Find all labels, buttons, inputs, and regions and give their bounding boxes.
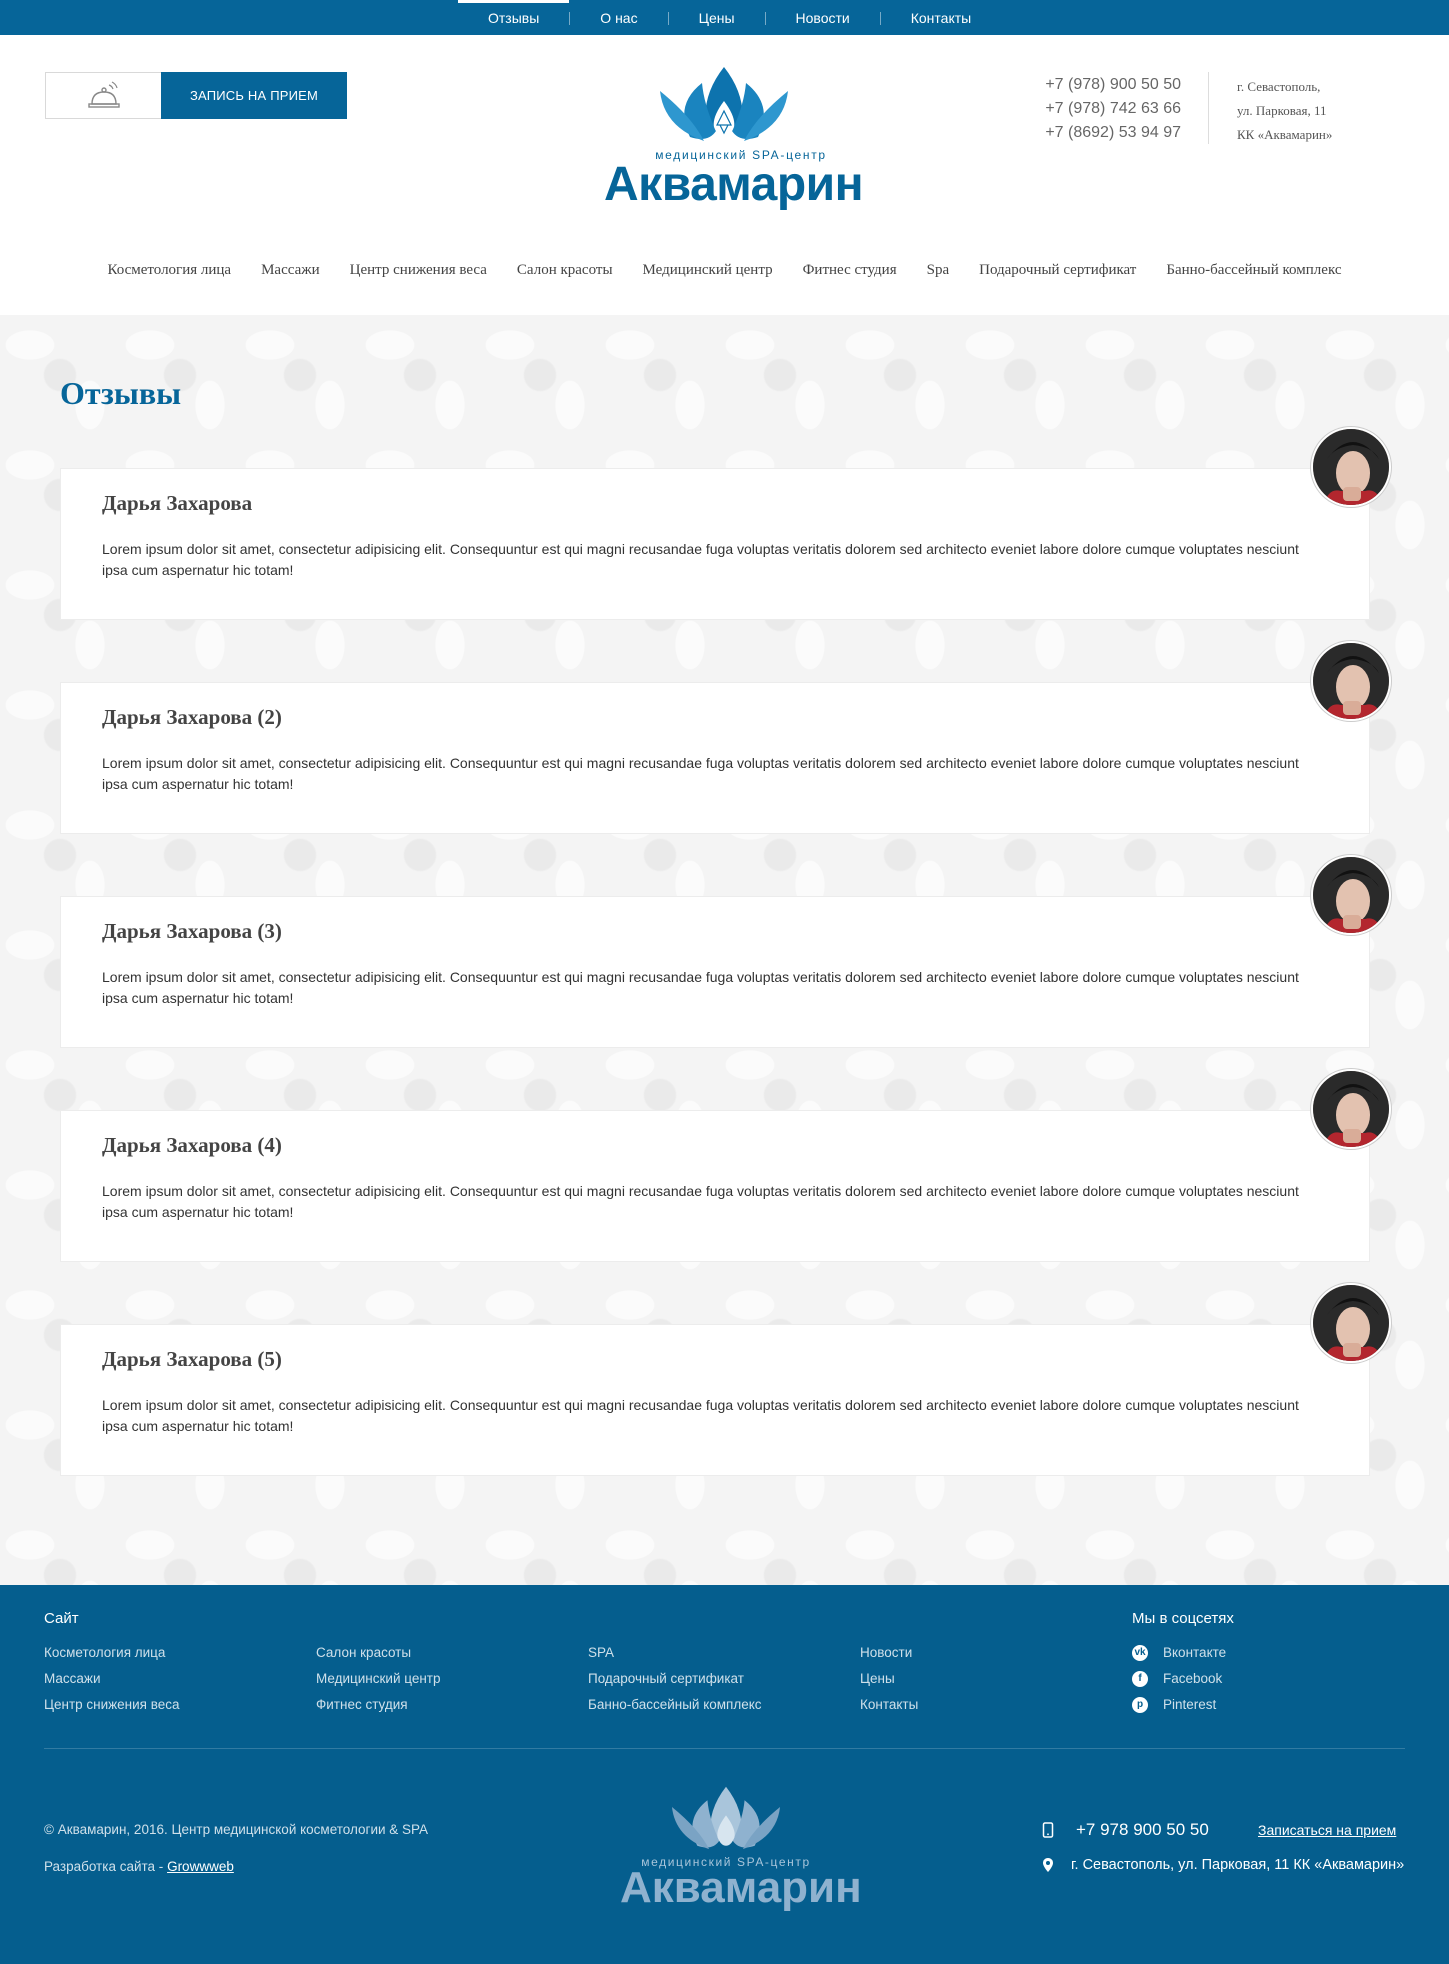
main-nav-gift-certificate[interactable]: Подарочный сертификат <box>964 262 1151 279</box>
footer-link[interactable]: Косметология лица <box>44 1640 180 1666</box>
main-nav-face-cosmetology[interactable]: Косметология лица <box>92 262 246 279</box>
lotus-logo-icon <box>660 67 788 141</box>
top-nav-news[interactable]: Новости <box>766 0 880 35</box>
pinterest-icon: p <box>1132 1697 1148 1713</box>
footer: Сайт Косметология лица Массажи Центр сни… <box>0 1585 1449 1964</box>
footer-link[interactable]: Центр снижения веса <box>44 1692 180 1718</box>
phone-number[interactable]: +7 (8692) 53 94 97 <box>1041 121 1181 145</box>
review-author: Дарья Захарова (2) <box>102 705 282 729</box>
avatar <box>1311 641 1391 721</box>
developer-credit: Разработка сайта - Growwweb <box>44 1859 234 1874</box>
footer-link[interactable]: Медицинский центр <box>316 1666 440 1692</box>
top-nav-contacts[interactable]: Контакты <box>881 0 1001 35</box>
footer-links-col-1: Косметология лица Массажи Центр снижения… <box>44 1640 180 1718</box>
main-nav-beauty-salon[interactable]: Салон красоты <box>502 262 628 279</box>
main-nav: Косметология лица Массажи Центр снижения… <box>0 262 1449 279</box>
footer-logo[interactable]: медицинский SPA-центр Аквамарин <box>620 1785 862 1915</box>
social-label: Вконтакте <box>1163 1645 1227 1660</box>
top-bar: Отзывы О нас Цены Новости Контакты <box>0 0 1449 35</box>
review-card: Дарья Захарова Lorem ipsum dolor sit ame… <box>60 427 1391 620</box>
footer-link[interactable]: Новости <box>860 1640 918 1666</box>
mobile-phone-icon <box>1042 1822 1054 1838</box>
review-text: Lorem ipsum dolor sit amet, consectetur … <box>102 541 1299 578</box>
footer-link[interactable]: Цены <box>860 1666 918 1692</box>
review-author: Дарья Захарова (3) <box>102 919 282 943</box>
main-nav-bath-pool[interactable]: Банно-бассейный комплекс <box>1151 262 1356 279</box>
footer-appointment-link[interactable]: Записаться на прием <box>1258 1822 1396 1838</box>
footer-phone-number: +7 978 900 50 50 <box>1076 1820 1209 1839</box>
social-label: Facebook <box>1163 1671 1223 1686</box>
main-nav-fitness[interactable]: Фитнес студия <box>788 262 912 279</box>
review-text: Lorem ipsum dolor sit amet, consectetur … <box>102 969 1299 1006</box>
footer-link[interactable]: Банно-бассейный комплекс <box>588 1692 762 1718</box>
social-link-vk[interactable]: vk Вконтакте <box>1132 1640 1226 1666</box>
review-text: Lorem ipsum dolor sit amet, consectetur … <box>102 1397 1299 1434</box>
lotus-logo-icon <box>671 1786 781 1850</box>
top-nav-about[interactable]: О нас <box>570 0 667 35</box>
logo[interactable]: медицинский SPA-центр Аквамарин <box>604 65 864 211</box>
footer-link[interactable]: Контакты <box>860 1692 918 1718</box>
phone-number[interactable]: +7 (978) 900 50 50 <box>1041 73 1181 97</box>
address-line: КК «Аквамарин» <box>1237 127 1333 142</box>
social-links: vk Вконтакте f Facebook p Pinterest <box>1132 1640 1226 1718</box>
logo-wordmark: Аквамарин <box>604 158 864 211</box>
review-card: Дарья Захарова (3) Lorem ipsum dolor sit… <box>60 855 1391 1048</box>
address-line: ул. Парковая, 11 <box>1237 103 1327 118</box>
footer-site-heading: Сайт <box>44 1610 79 1627</box>
social-label: Pinterest <box>1163 1697 1217 1712</box>
main-nav-weight-loss[interactable]: Центр снижения веса <box>335 262 502 279</box>
copyright: © Аквамарин, 2016. Центр медицинской кос… <box>44 1822 429 1837</box>
avatar <box>1311 855 1391 935</box>
top-nav: Отзывы О нас Цены Новости Контакты <box>458 0 1001 35</box>
facebook-icon: f <box>1132 1671 1148 1687</box>
review-card: Дарья Захарова (5) Lorem ipsum dolor sit… <box>60 1283 1391 1476</box>
main-nav-spa[interactable]: Spa <box>912 262 965 279</box>
review-card: Дарья Захарова (4) Lorem ipsum dolor sit… <box>60 1069 1391 1262</box>
footer-link[interactable]: Массажи <box>44 1666 180 1692</box>
footer-link[interactable]: SPA <box>588 1640 762 1666</box>
address: г. Севастополь, ул. Парковая, 11 КК «Акв… <box>1237 75 1332 147</box>
review-author: Дарья Захарова <box>102 491 253 515</box>
review-author: Дарья Захарова (4) <box>102 1133 282 1157</box>
footer-address: г. Севастополь, ул. Парковая, 11 КК «Акв… <box>1042 1857 1404 1873</box>
review-author: Дарья Захарова (5) <box>102 1347 282 1371</box>
social-link-pinterest[interactable]: p Pinterest <box>1132 1692 1226 1718</box>
footer-link[interactable]: Подарочный сертификат <box>588 1666 762 1692</box>
reviews-section: Отзывы Дарья Захарова Lorem ipsum dolor … <box>0 315 1449 1585</box>
appointment-button[interactable]: ЗАПИСЬ НА ПРИЕМ <box>161 72 347 119</box>
review-text: Lorem ipsum dolor sit amet, consectetur … <box>102 755 1299 792</box>
main-nav-medical-center[interactable]: Медицинский центр <box>628 262 788 279</box>
address-line: г. Севастополь, <box>1237 79 1321 94</box>
phone-list: +7 (978) 900 50 50 +7 (978) 742 63 66 +7… <box>1041 73 1181 145</box>
footer-links-col-3: SPA Подарочный сертификат Банно-бассейны… <box>588 1640 762 1718</box>
page-title: Отзывы <box>60 375 182 411</box>
phone-number[interactable]: +7 (978) 742 63 66 <box>1041 97 1181 121</box>
developer-link[interactable]: Growwweb <box>167 1859 234 1874</box>
footer-phone[interactable]: +7 978 900 50 50 <box>1042 1820 1209 1840</box>
footer-link[interactable]: Салон красоты <box>316 1640 440 1666</box>
footer-links-col-2: Салон красоты Медицинский центр Фитнес с… <box>316 1640 440 1718</box>
main-nav-massages[interactable]: Массажи <box>246 262 335 279</box>
top-nav-reviews[interactable]: Отзывы <box>458 0 570 35</box>
footer-logo-wordmark: Аквамарин <box>620 1863 862 1912</box>
vk-icon: vk <box>1132 1645 1148 1661</box>
divider <box>44 1748 1405 1749</box>
footer-link[interactable]: Фитнес студия <box>316 1692 440 1718</box>
footer-social-heading: Мы в соцсетях <box>1132 1610 1234 1627</box>
divider <box>1208 72 1209 144</box>
avatar <box>1311 427 1391 507</box>
top-nav-prices[interactable]: Цены <box>669 0 765 35</box>
developer-credit-prefix: Разработка сайта - <box>44 1859 164 1874</box>
reception-bell-icon <box>87 80 120 108</box>
footer-address-text: г. Севастополь, ул. Парковая, 11 КК «Акв… <box>1071 1857 1405 1873</box>
review-card: Дарья Захарова (2) Lorem ipsum dolor sit… <box>60 641 1391 834</box>
reception-bell-button[interactable] <box>45 72 161 119</box>
review-text: Lorem ipsum dolor sit amet, consectetur … <box>102 1183 1299 1220</box>
avatar <box>1311 1069 1391 1149</box>
footer-links-col-4: Новости Цены Контакты <box>860 1640 918 1718</box>
header: ЗАПИСЬ НА ПРИЕМ медицинский SPA-центр Ак… <box>0 35 1449 315</box>
avatar <box>1311 1283 1391 1363</box>
location-pin-icon <box>1043 1858 1053 1872</box>
social-link-facebook[interactable]: f Facebook <box>1132 1666 1226 1692</box>
